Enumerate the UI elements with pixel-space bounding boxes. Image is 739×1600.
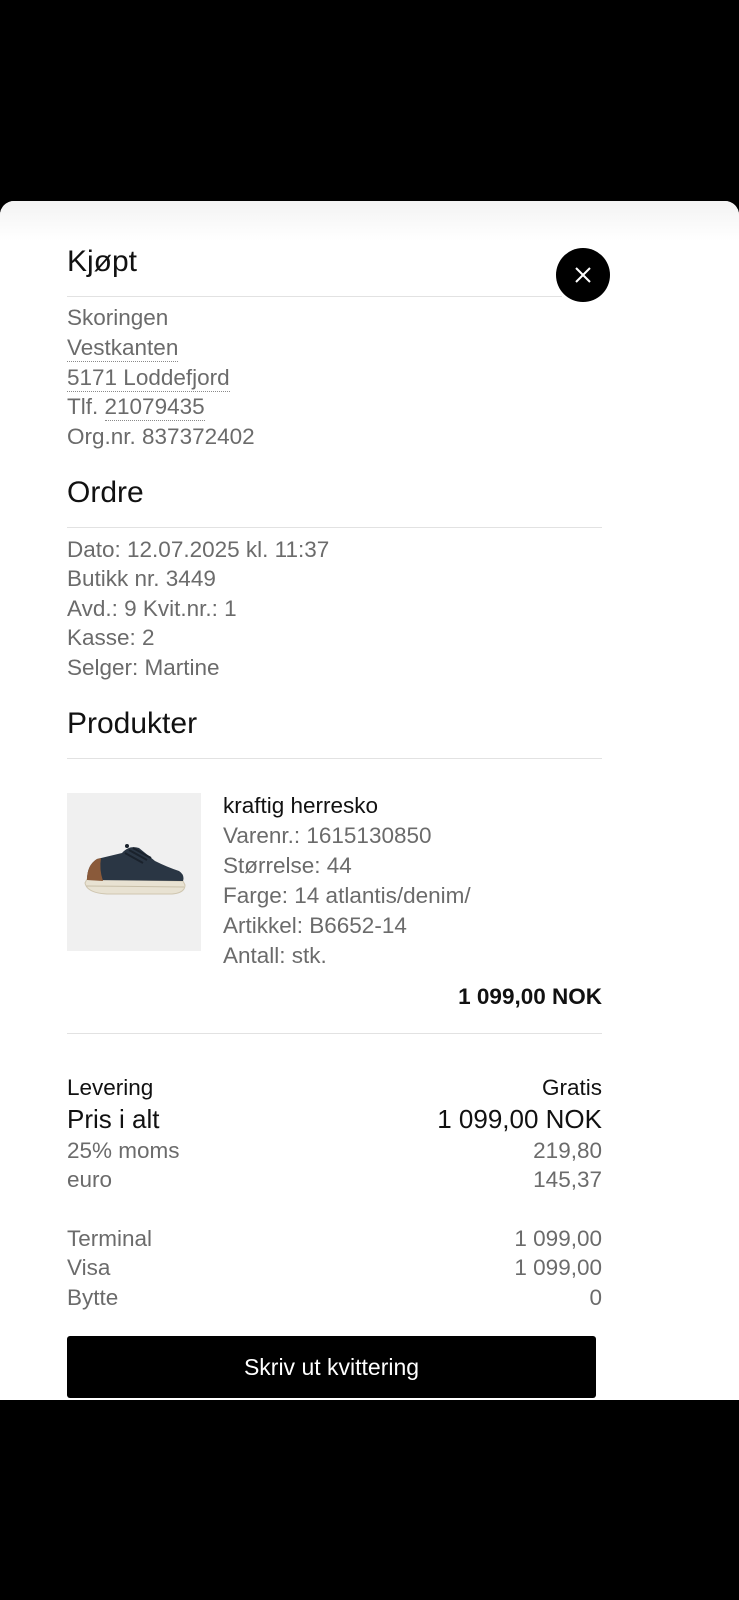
product-article: Artikkel: B6652-14 xyxy=(223,913,407,938)
order-date: Dato: 12.07.2025 kl. 11:37 xyxy=(67,537,330,562)
department-receipt: Avd.: 9 Kvit.nr.: 1 xyxy=(67,596,237,621)
product-item-number: Varenr.: 1615130850 xyxy=(223,823,432,848)
close-button[interactable] xyxy=(556,248,610,302)
exchange-label: Bytte xyxy=(67,1285,119,1310)
terminal-label: Terminal xyxy=(67,1226,153,1251)
top-black-bar xyxy=(0,0,739,201)
products-title: Produkter xyxy=(67,707,198,740)
receipt-sheet: Kjøpt Skoringen Vestkanten 5171 Loddefjo… xyxy=(0,201,739,1400)
vat-value: 219,80 xyxy=(533,1138,602,1163)
product-size: Størrelse: 44 xyxy=(223,853,352,878)
product-price: 1 099,00 NOK xyxy=(458,984,602,1009)
org-number: Org.nr. 837372402 xyxy=(67,424,255,449)
exchange-row: Bytte 0 xyxy=(67,1283,602,1313)
delivery-row: Levering Gratis xyxy=(67,1073,602,1103)
visa-value: 1 099,00 xyxy=(514,1255,602,1280)
phone-link[interactable]: 21079435 xyxy=(104,394,205,421)
products-divider xyxy=(67,758,602,759)
shoe-illustration xyxy=(67,793,201,951)
store-name: Skoringen xyxy=(67,305,169,330)
vat-row: 25% moms 219,80 xyxy=(67,1136,602,1166)
bottom-black-bar xyxy=(0,1400,739,1600)
euro-label: euro xyxy=(67,1167,113,1192)
address-line2[interactable]: 5171 Loddefjord xyxy=(67,363,230,393)
total-row: Pris i alt 1 099,00 NOK xyxy=(67,1104,602,1134)
close-icon xyxy=(575,267,591,283)
purchase-divider xyxy=(67,296,562,297)
terminal-value: 1 099,00 xyxy=(514,1226,602,1251)
purchase-title: Kjøpt xyxy=(67,245,138,278)
delivery-value: Gratis xyxy=(541,1075,602,1100)
shoe-image xyxy=(67,793,201,951)
phone-line: Tlf. 21079435 xyxy=(67,392,205,422)
product-name: kraftig herresko xyxy=(223,793,379,818)
order-title: Ordre xyxy=(67,476,144,509)
city-link[interactable]: 5171 Loddefjord xyxy=(67,365,230,392)
terminal-row: Terminal 1 099,00 xyxy=(67,1224,602,1254)
phone-prefix: Tlf. xyxy=(67,394,99,419)
product-color: Farge: 14 atlantis/denim/ xyxy=(223,883,471,908)
order-divider xyxy=(67,527,602,528)
total-label: Pris i alt xyxy=(67,1104,160,1134)
address-link[interactable]: Vestkanten xyxy=(67,335,179,362)
print-receipt-button[interactable]: Skriv ut kvittering xyxy=(67,1336,596,1398)
store-number: Butikk nr. 3449 xyxy=(67,566,216,591)
address-line1[interactable]: Vestkanten xyxy=(67,333,179,363)
product-info: kraftig herresko Varenr.: 1615130850 Stø… xyxy=(223,791,471,971)
total-value: 1 099,00 NOK xyxy=(437,1104,602,1134)
visa-label: Visa xyxy=(67,1255,111,1280)
exchange-value: 0 xyxy=(589,1285,602,1310)
visa-row: Visa 1 099,00 xyxy=(67,1253,602,1283)
summary-divider xyxy=(67,1033,602,1034)
euro-row: euro 145,37 xyxy=(67,1165,602,1195)
vat-label: 25% moms xyxy=(67,1138,180,1163)
register-number: Kasse: 2 xyxy=(67,625,155,650)
delivery-label: Levering xyxy=(67,1075,154,1100)
seller-name: Selger: Martine xyxy=(67,655,220,680)
euro-value: 145,37 xyxy=(533,1167,602,1192)
sheet-top-shade xyxy=(0,201,739,241)
product-quantity: Antall: stk. xyxy=(223,943,327,968)
